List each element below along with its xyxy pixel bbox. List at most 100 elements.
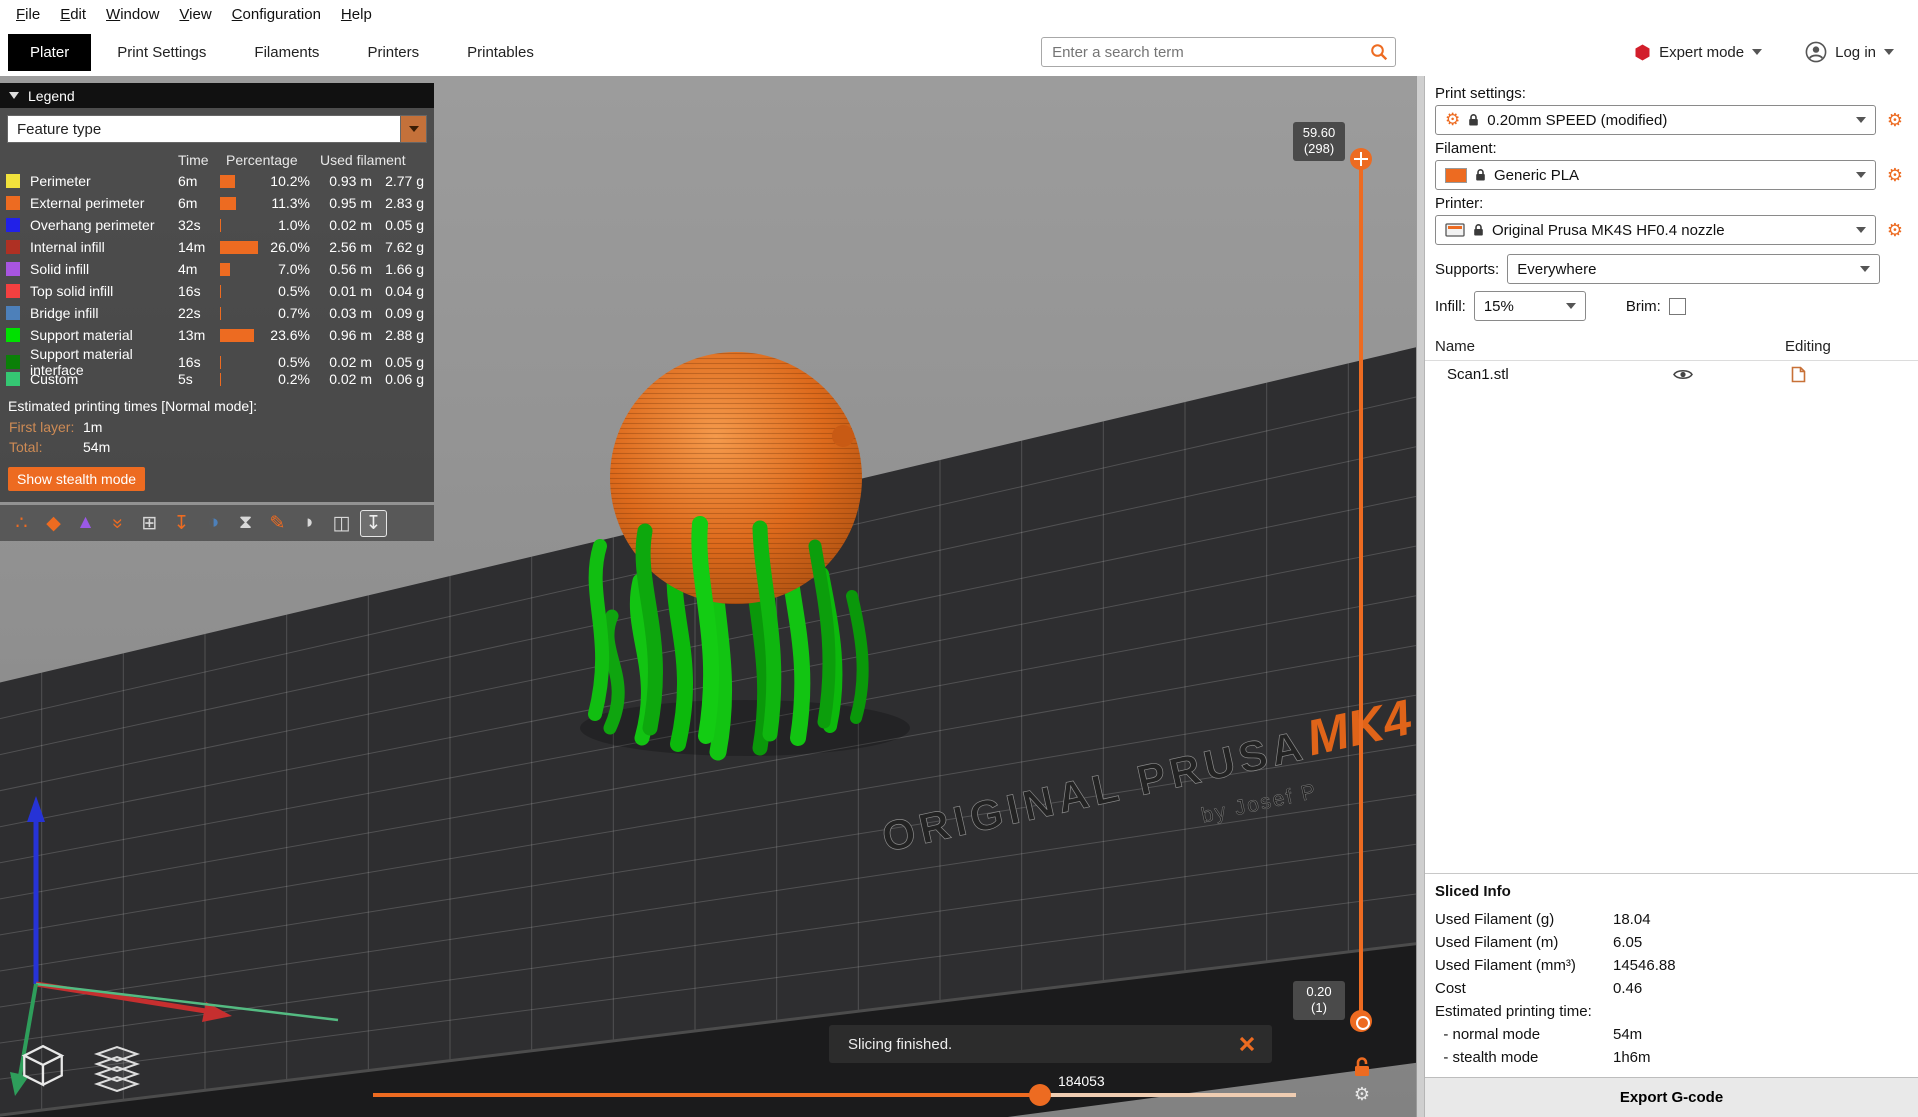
tool-marks-icon[interactable]: ∴ [8,510,35,537]
legend-header[interactable]: Legend [0,83,434,108]
chevron-down-icon [1565,303,1576,309]
legend-row: Overhang perimeter 32s 1.0% 0.02 m 0.05 g [0,214,434,236]
printer-gear-button[interactable]: ⚙ [1882,217,1908,243]
legend-panel: Legend Feature type Time Percentage Used… [0,83,434,502]
pull-down-icon[interactable]: ↧ [360,509,387,537]
feature-color-swatch [6,355,20,369]
chevron-down-icon [1860,266,1870,272]
tab-print-settings[interactable]: Print Settings [95,34,228,71]
menu-item-window[interactable]: Window [96,6,169,23]
layer-slider-top-tooltip: 59.60 (298) [1293,122,1345,161]
menu-item-view[interactable]: View [169,6,221,23]
layer-slider-track[interactable] [1359,159,1363,1021]
show-stealth-mode-button[interactable]: Show stealth mode [8,467,146,491]
travel-sphere-icon[interactable]: ◑ [200,510,227,537]
menu-item-configuration[interactable]: Configuration [222,6,331,23]
visibility-eye-icon[interactable] [1673,368,1693,381]
layers-chevrons-icon[interactable]: » [104,510,131,537]
filament-gear-button[interactable]: ⚙ [1882,162,1908,188]
tab-printers[interactable]: Printers [345,34,441,71]
view-type-select[interactable]: Feature type [7,115,427,143]
sliced-info-row: Used Filament (mm³) 14546.88 [1435,957,1676,974]
slider-settings-gear-icon[interactable]: ⚙ [1351,1084,1373,1105]
sliced-info-row: - normal mode 54m [1435,1026,1643,1043]
tab-filaments[interactable]: Filaments [232,34,341,71]
move-slider-handle[interactable] [1029,1084,1051,1106]
lock-icon [1469,114,1479,126]
printer-value: Original Prusa MK4S HF0.4 nozzle [1492,221,1725,239]
infill-label: Infill: [1435,297,1466,315]
gcode-shell-icon[interactable]: ◆ [40,510,67,537]
infill-select[interactable]: 15% [1473,291,1586,321]
tab-plater[interactable]: Plater [8,33,92,71]
wireframe-icon[interactable]: ◫ [328,510,355,537]
move-slider-value: 184053 [1058,1073,1105,1089]
slider-lock-icon[interactable] [1351,1056,1373,1080]
printer-select[interactable]: Original Prusa MK4S HF0.4 nozzle [1435,215,1876,245]
tab-printables[interactable]: Printables [445,34,556,71]
half-sphere-icon[interactable]: ◗ [296,510,323,537]
legend-row: Support material 13m 23.6% 0.96 m 2.88 g [0,324,434,346]
feature-color-swatch [6,240,20,254]
supports-select[interactable]: Everywhere [1507,254,1880,284]
edit-object-icon[interactable] [1711,366,1908,383]
view-type-value: Feature type [17,120,102,138]
notification-text: Slicing finished. [848,1035,953,1053]
print-time-icon[interactable]: ⧗ [232,510,259,537]
notification-close-icon[interactable] [1234,1031,1260,1057]
place-on-bed-icon[interactable]: ↧ [168,510,195,537]
height-range-icon[interactable]: ▲ [72,510,99,537]
tab-bar: Plater Print Settings Filaments Printers Pri… [0,28,1918,76]
print-settings-select[interactable]: ⚙ 0.20mm SPEED (modified) [1435,105,1876,135]
menu-item-file[interactable]: File [6,6,50,23]
menu-item-edit[interactable]: Edit [50,6,96,23]
move-slider-track[interactable] [373,1084,1296,1106]
panel-divider [1416,76,1424,1117]
chevron-down-icon [1884,49,1894,55]
preview-layers-icon[interactable] [88,1034,146,1098]
legend-row: Solid infill 4m 7.0% 0.56 m 1.66 g [0,258,434,280]
layer-slider-top-handle[interactable] [1350,148,1372,170]
sliced-info-row: Used Filament (m) 6.05 [1435,934,1643,951]
feature-color-swatch [6,262,20,276]
estimated-times-title: Estimated printing times [Normal mode]: [8,398,257,414]
feature-color-swatch [6,174,20,188]
view-toolbar: ∴ ◆ ▲» ⊞ ↧ ◑ ⧗ ✎ ◗ ◫ ↧ [0,505,434,541]
login-label: Log in [1835,43,1876,61]
legend-row: External perimeter 6m 11.3% 0.95 m 2.83 g [0,192,434,214]
sliced-info-title: Sliced Info [1435,883,1511,900]
menu-item-help[interactable]: Help [331,6,382,23]
filament-select[interactable]: Generic PLA [1435,160,1876,190]
login-button[interactable]: Log in [1805,41,1894,63]
feature-color-swatch [6,196,20,210]
search-icon[interactable] [1370,43,1388,61]
layer-slider-bottom-handle[interactable] [1350,1010,1372,1032]
brim-label: Brim: [1625,297,1661,315]
paint-icon[interactable]: ✎ [264,510,291,537]
sliced-info-row: Estimated printing time: [1435,1003,1592,1020]
lock-icon [1476,169,1485,181]
brim-checkbox[interactable] [1668,297,1686,315]
legend-row: Custom 5s 0.2% 0.02 m 0.06 g [0,368,434,390]
prusaslicer-app: { "menu_bar": {"items": ["File", "Edit",… [0,0,1918,1117]
chevron-down-icon [408,126,419,132]
export-gcode-button[interactable]: Export G-code [1425,1077,1918,1117]
chevron-down-icon [1752,49,1763,55]
viewport-3d[interactable]: ORIGINAL PRUSA MK4 by Josef P Legend Fea… [0,76,1424,1117]
search-input[interactable] [1041,37,1397,67]
printer-icon [1445,223,1465,237]
grid-icon[interactable]: ⊞ [136,510,163,537]
infill-value: 15% [1483,297,1514,315]
object-list-header: Name Editing [1425,333,1918,361]
chevron-down-icon [1856,227,1866,233]
notification-toast: Slicing finished. [829,1025,1272,1063]
print-settings-label: Print settings: [1435,85,1526,102]
search-box [1041,37,1397,67]
editor-view-icon[interactable] [14,1034,72,1098]
mode-selector[interactable]: Expert mode [1634,44,1763,61]
view-type-dropdown-button[interactable] [400,116,426,142]
feature-color-swatch [6,328,20,342]
collapse-triangle-icon [9,92,19,99]
print-settings-gear-button[interactable]: ⚙ [1882,107,1908,133]
object-list-row[interactable]: Scan1.stl [1425,361,1918,388]
